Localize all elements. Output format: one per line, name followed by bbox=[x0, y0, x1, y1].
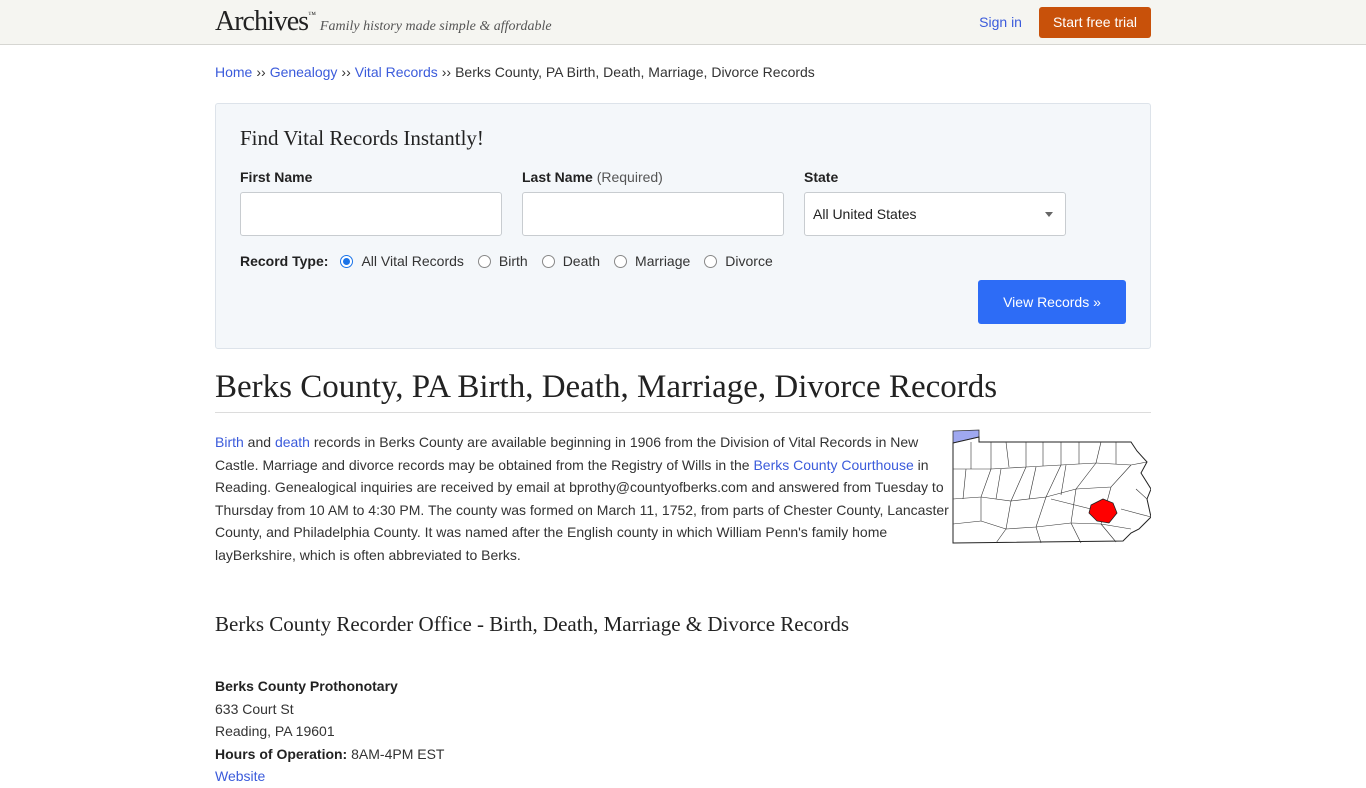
first-name-input[interactable] bbox=[240, 192, 502, 236]
radio-divorce[interactable]: Divorce bbox=[704, 253, 773, 269]
birth-link[interactable]: Birth bbox=[215, 434, 244, 450]
brand: Archives™ Family history made simple & a… bbox=[215, 6, 552, 38]
last-name-input[interactable] bbox=[522, 192, 784, 236]
radio-all-vital-records[interactable]: All Vital Records bbox=[340, 253, 464, 269]
breadcrumb-home[interactable]: Home bbox=[215, 64, 252, 80]
office-street: 633 Court St bbox=[215, 700, 294, 717]
radio-icon[interactable] bbox=[477, 254, 491, 268]
chevron-down-icon bbox=[1045, 211, 1053, 217]
recorder-office-title: Berks County Recorder Office - Birth, De… bbox=[215, 612, 850, 636]
death-link[interactable]: death bbox=[275, 434, 310, 450]
site-header: Archives™ Family history made simple & a… bbox=[0, 0, 1366, 45]
breadcrumb-genealogy[interactable]: Genealogy bbox=[270, 64, 338, 80]
office-details: Berks County Prothonotary 633 Court St R… bbox=[215, 675, 1151, 788]
logo-text: Archives bbox=[215, 6, 309, 37]
radio-checked-icon[interactable] bbox=[340, 254, 354, 268]
radio-death[interactable]: Death bbox=[541, 253, 600, 269]
office-website-link[interactable]: Website bbox=[215, 768, 265, 784]
intro-section: Birth and death records in Berks County … bbox=[215, 429, 1151, 566]
required-note: (Required) bbox=[596, 169, 663, 185]
breadcrumb-separator: ›› bbox=[441, 64, 452, 80]
trademark: ™ bbox=[308, 10, 316, 19]
state-select[interactable]: All United States bbox=[804, 192, 1066, 236]
start-free-trial-button[interactable]: Start free trial bbox=[1038, 6, 1151, 38]
page-title: Berks County, PA Birth, Death, Marriage,… bbox=[215, 369, 1151, 413]
view-records-button[interactable]: View Records » bbox=[978, 280, 1126, 324]
record-type-group: Record Type: All Vital Records Birth Dea… bbox=[240, 253, 1126, 269]
radio-birth[interactable]: Birth bbox=[477, 253, 528, 269]
breadcrumb-vital-records[interactable]: Vital Records bbox=[355, 64, 438, 80]
tagline: Family history made simple & affordable bbox=[319, 19, 552, 34]
breadcrumb-current: Berks County, PA Birth, Death, Marriage,… bbox=[455, 64, 815, 80]
radio-marriage[interactable]: Marriage bbox=[614, 253, 690, 269]
logo-link[interactable]: Archives™ bbox=[215, 6, 316, 38]
breadcrumb: Home ›› Genealogy ›› Vital Records ›› Berks Co… bbox=[215, 64, 1151, 80]
radio-icon[interactable] bbox=[541, 254, 555, 268]
hours-label: Hours of Operation: bbox=[215, 745, 348, 762]
breadcrumb-separator: ›› bbox=[341, 64, 351, 80]
office-hours: Hours of Operation: 8AM-4PM EST bbox=[215, 743, 1151, 766]
last-name-label: Last Name (Required) bbox=[522, 169, 663, 185]
sign-in-link[interactable]: Sign in bbox=[979, 14, 1022, 30]
intro-paragraph: Birth and death records in Berks County … bbox=[215, 434, 949, 563]
office-name: Berks County Prothonotary bbox=[215, 678, 398, 694]
hours-value: 8AM-4PM EST bbox=[347, 745, 445, 762]
pennsylvania-county-map bbox=[952, 429, 1151, 544]
breadcrumb-separator: ›› bbox=[256, 64, 266, 80]
state-selected-value: All United States bbox=[813, 206, 917, 222]
state-label: State bbox=[804, 169, 839, 185]
courthouse-link[interactable]: Berks County Courthouse bbox=[753, 457, 913, 473]
search-panel-title: Find Vital Records Instantly! bbox=[240, 126, 484, 150]
radio-icon[interactable] bbox=[614, 254, 628, 268]
radio-icon[interactable] bbox=[704, 254, 718, 268]
record-type-label: Record Type: bbox=[240, 253, 329, 269]
first-name-label: First Name bbox=[240, 169, 313, 185]
office-city: Reading, PA 19601 bbox=[215, 723, 335, 739]
search-panel: Find Vital Records Instantly! First Name… bbox=[215, 103, 1151, 349]
